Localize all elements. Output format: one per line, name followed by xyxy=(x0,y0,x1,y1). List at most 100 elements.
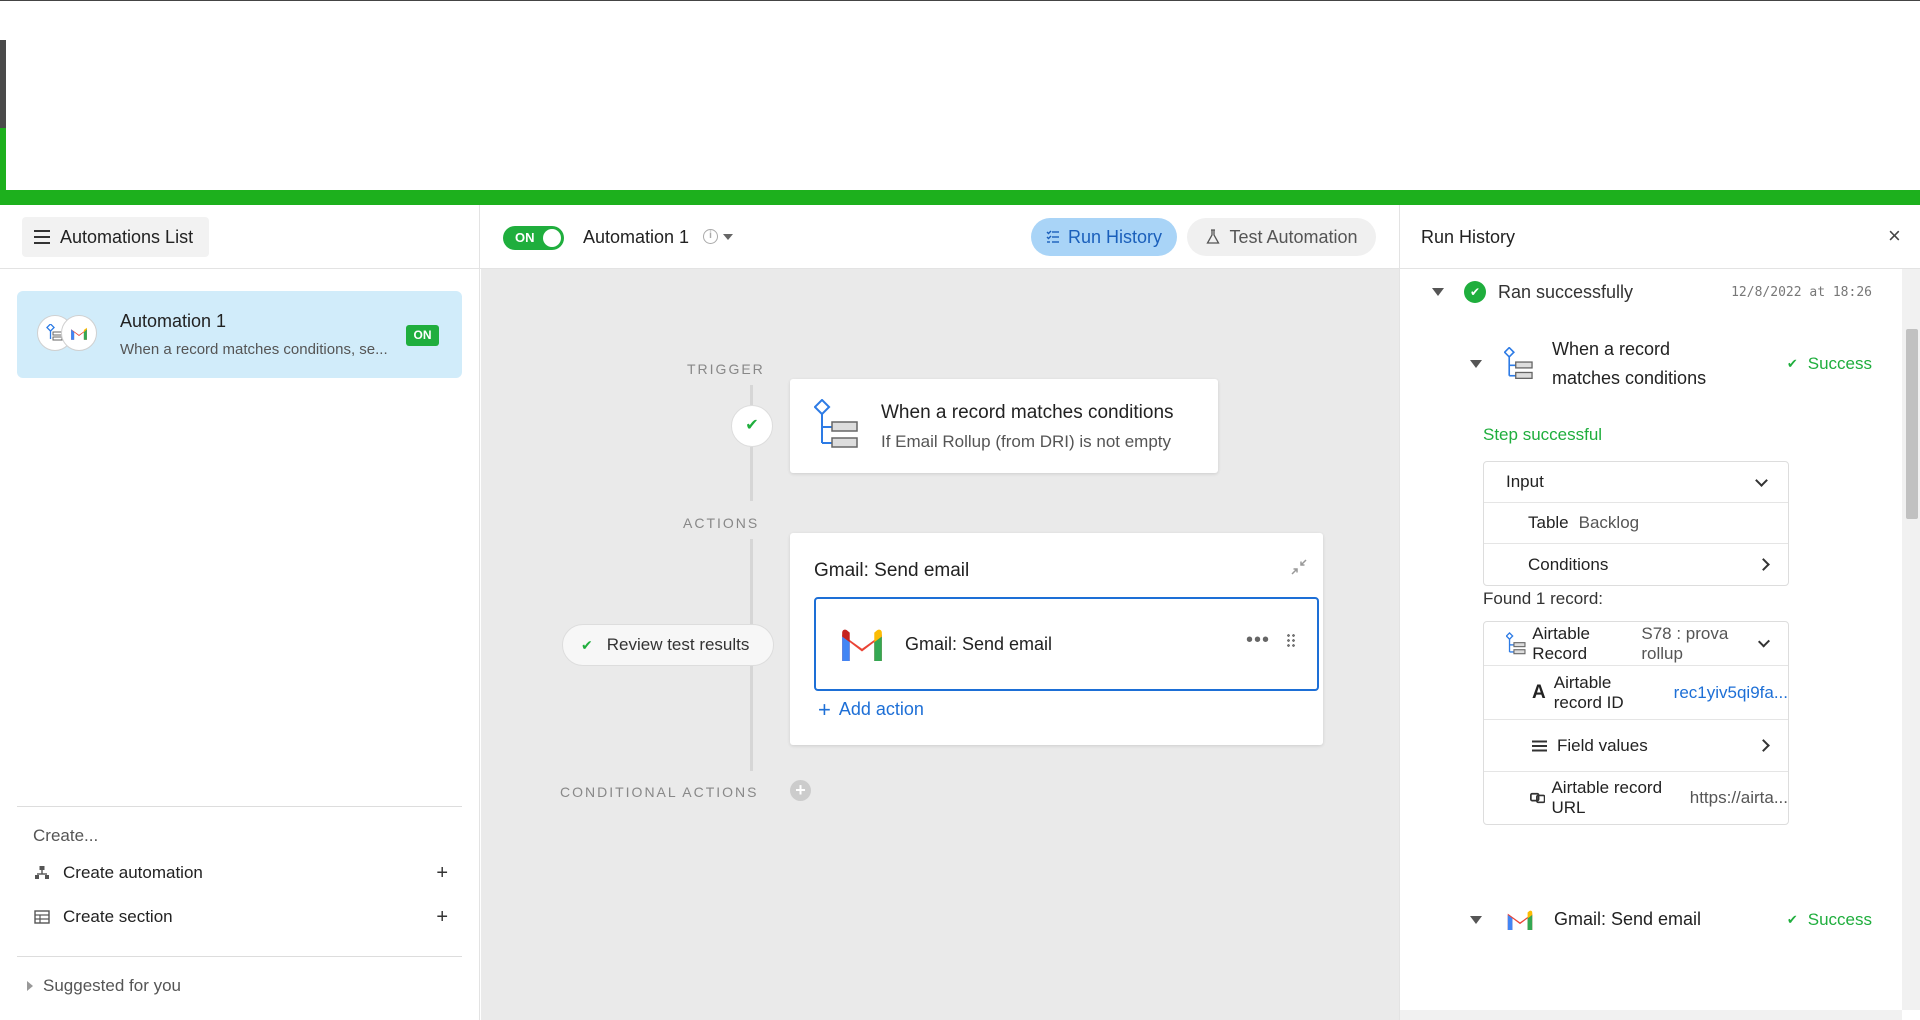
trigger-icon xyxy=(1506,631,1526,654)
check-icon: ✔ xyxy=(1786,911,1798,927)
toggle-knob xyxy=(543,229,561,247)
trigger-card[interactable]: When a record matches conditions If Emai… xyxy=(790,379,1218,473)
table-key: Table xyxy=(1528,513,1569,532)
caret-down-icon[interactable] xyxy=(1470,360,1482,368)
airtable-record-label: Airtable Record xyxy=(1532,623,1590,663)
plus-icon: + xyxy=(436,861,448,884)
record-id-key: Airtable record ID xyxy=(1553,672,1624,712)
input-label: Input xyxy=(1506,472,1544,491)
automation-card-subtitle: When a record matches conditions, se... xyxy=(120,341,388,358)
sidebar-divider xyxy=(17,956,462,957)
caret-down-icon[interactable] xyxy=(1470,915,1482,924)
suggested-for-you-toggle[interactable]: Suggested for you xyxy=(27,976,181,996)
flow-line xyxy=(750,666,753,771)
ran-successfully-label: Ran successfully xyxy=(1498,281,1634,302)
chevron-down-icon xyxy=(1758,635,1771,648)
browser-top-area xyxy=(0,0,1920,190)
vertical-scrollbar[interactable] xyxy=(1902,269,1920,1010)
browser-edge-dark xyxy=(0,40,6,128)
app-header: Automations List ON Automation 1 i Run H… xyxy=(0,205,1920,269)
link-icon xyxy=(1530,792,1546,804)
automation-icon xyxy=(35,866,49,879)
automation-list-item[interactable]: Automation 1 When a record matches condi… xyxy=(17,291,462,378)
airtable-record-value: S78 : prova rollup xyxy=(1641,623,1729,663)
trigger-section-label: TRIGGER xyxy=(687,361,765,377)
chevron-down-icon xyxy=(1755,473,1768,487)
caret-right-icon xyxy=(27,981,33,991)
trigger-icon xyxy=(814,399,858,448)
caret-down-icon[interactable] xyxy=(1432,288,1444,296)
plus-icon: + xyxy=(818,696,831,722)
table-icon xyxy=(34,910,50,924)
trigger-subtitle: If Email Rollup (from DRI) is not empty xyxy=(881,432,1172,451)
review-label: Review test results xyxy=(606,635,750,654)
plus-icon: + xyxy=(436,905,448,928)
create-section-button[interactable]: Create section + xyxy=(33,905,448,929)
input-toggle-row[interactable]: Input xyxy=(1484,462,1788,503)
step-trigger-name-line2: matches conditions xyxy=(1552,368,1707,388)
scrollbar-thumb[interactable] xyxy=(1906,329,1918,519)
chevron-right-icon xyxy=(1757,558,1770,571)
run-history-button[interactable]: Run History xyxy=(1031,218,1177,256)
record-url-row: Airtable record URL https://airta... xyxy=(1484,772,1788,824)
gmail-icon xyxy=(842,629,882,661)
run-history-panel: ✔ Ran successfully 12/8/2022 at 18:26 Wh… xyxy=(1399,269,1920,1020)
chevron-down-icon[interactable] xyxy=(723,234,733,240)
record-url-key: Airtable record URL xyxy=(1551,778,1663,817)
found-records-label: Found 1 record: xyxy=(1483,589,1604,608)
trigger-title: When a record matches conditions xyxy=(881,402,1174,423)
airtable-record-row[interactable]: Airtable Record S78 : prova rollup xyxy=(1484,622,1788,666)
create-section-label: Create section xyxy=(63,907,173,926)
action-group-card: Gmail: Send email Gmail: Send email ••• … xyxy=(790,533,1323,745)
trigger-icon xyxy=(1504,347,1533,379)
chevron-right-icon xyxy=(1757,739,1770,752)
automation-icons xyxy=(37,315,97,351)
browser-edge-green xyxy=(0,128,6,190)
close-icon[interactable]: × xyxy=(1888,223,1901,249)
step-status: ✔ Success xyxy=(1787,354,1872,374)
record-box: Airtable Record S78 : prova rollup A Air… xyxy=(1483,621,1789,825)
step-trigger-row[interactable]: When a record matches conditions ✔ Succe… xyxy=(1470,335,1872,393)
collapse-icon[interactable] xyxy=(1290,558,1308,576)
create-automation-button[interactable]: Create automation + xyxy=(33,861,448,885)
conditions-row[interactable]: Conditions xyxy=(1484,544,1788,585)
success-check-icon: ✔ xyxy=(1464,281,1486,303)
gmail-action-item[interactable]: Gmail: Send email ••• xyxy=(814,597,1319,691)
field-values-row[interactable]: Field values xyxy=(1484,720,1788,772)
text-field-icon: A xyxy=(1532,681,1546,703)
step-trigger-name: When a record matches conditions xyxy=(1552,335,1706,393)
add-action-label: Add action xyxy=(838,699,924,719)
run-timestamp: 12/8/2022 at 18:26 xyxy=(1731,284,1872,300)
info-icon[interactable]: i xyxy=(703,229,718,244)
trigger-check-icon: ✔ xyxy=(731,405,773,447)
create-automation-label: Create automation xyxy=(63,863,203,882)
drag-handle-icon[interactable] xyxy=(1286,633,1296,649)
left-header: Automations List xyxy=(0,205,480,269)
step-gmail-row[interactable]: Gmail: Send email ✔ Success xyxy=(1470,905,1872,934)
flow-line xyxy=(750,447,753,501)
sidebar-divider xyxy=(17,806,462,807)
automations-list-button[interactable]: Automations List xyxy=(22,217,209,257)
gmail-small-icon xyxy=(61,315,97,351)
run-history-title: Run History xyxy=(1421,227,1516,247)
more-options-icon[interactable]: ••• xyxy=(1246,629,1270,652)
horizontal-scrollbar[interactable] xyxy=(1400,1010,1902,1020)
table-row: Table Backlog xyxy=(1484,503,1788,544)
test-automation-button[interactable]: Test Automation xyxy=(1187,218,1376,256)
toggle-label: ON xyxy=(515,230,535,245)
record-id-value[interactable]: rec1yiv5qi9fa... xyxy=(1674,683,1788,703)
run-entry-header[interactable]: ✔ Ran successfully 12/8/2022 at 18:26 xyxy=(1432,281,1872,303)
automations-sidebar: Automation 1 When a record matches condi… xyxy=(0,269,480,1020)
field-values-label: Field values xyxy=(1557,735,1648,755)
gmail-icon xyxy=(1507,910,1533,930)
actions-section-label: ACTIONS xyxy=(683,515,760,531)
list-icon xyxy=(1532,740,1547,751)
automation-card-title: Automation 1 xyxy=(120,311,227,331)
automation-title[interactable]: Automation 1 xyxy=(583,227,689,248)
step-status: ✔ Success xyxy=(1787,910,1872,930)
add-action-button[interactable]: + Add action xyxy=(818,696,924,722)
automation-on-toggle[interactable]: ON xyxy=(503,226,564,250)
add-conditional-action-icon[interactable]: + xyxy=(790,780,811,801)
action-group-title: Gmail: Send email xyxy=(814,560,970,581)
review-test-results-button[interactable]: ✔ Review test results xyxy=(562,624,774,666)
